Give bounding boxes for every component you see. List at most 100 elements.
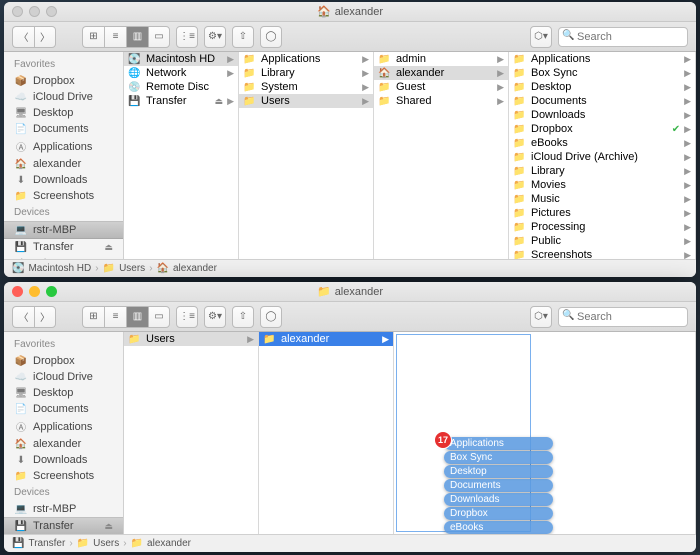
list-item[interactable]: 📁Pictures▶ xyxy=(509,206,695,220)
list-item[interactable]: 📁Music▶ xyxy=(509,192,695,206)
minimize-icon[interactable] xyxy=(29,6,40,17)
list-item[interactable]: 📁iCloud Drive (Archive)▶ xyxy=(509,150,695,164)
action-button[interactable]: ⚙▾ xyxy=(204,26,226,48)
list-item[interactable]: 📁Dropbox✔▶ xyxy=(509,122,695,136)
search-input[interactable] xyxy=(558,307,688,327)
column-3[interactable]: 📁admin▶🏠alexander▶📁Guest▶📁Shared▶ xyxy=(374,52,509,259)
list-item[interactable]: 🏠alexander▶ xyxy=(374,66,508,80)
list-item[interactable]: 📁Public▶ xyxy=(509,234,695,248)
search-input[interactable] xyxy=(558,27,688,47)
list-view-button[interactable]: ≡ xyxy=(104,26,126,48)
sidebar-item[interactable]: 📄Documents xyxy=(4,121,123,137)
close-icon[interactable] xyxy=(12,286,23,297)
list-item[interactable]: 📁Processing▶ xyxy=(509,220,695,234)
list-item[interactable]: 📁Movies▶ xyxy=(509,178,695,192)
column-view-button[interactable]: ▥ xyxy=(126,26,148,48)
dropbox-button[interactable]: ⬡▾ xyxy=(530,306,552,328)
sidebar-item[interactable]: ☁️iCloud Drive xyxy=(4,369,123,385)
eject-icon[interactable]: ⏏ xyxy=(215,96,224,107)
sidebar-item[interactable]: 💻rstr-MBP xyxy=(4,221,123,239)
sidebar-item[interactable]: 💾Transfer⏏ xyxy=(4,517,123,534)
gallery-view-button[interactable]: ▭ xyxy=(148,26,170,48)
tags-button[interactable]: ◯ xyxy=(260,26,282,48)
icon-view-button[interactable]: ⊞ xyxy=(82,26,104,48)
sidebar-item[interactable]: 💻rstr-MBP xyxy=(4,501,123,517)
action-button[interactable]: ⚙▾ xyxy=(204,306,226,328)
list-item[interactable]: 📁Shared▶ xyxy=(374,94,508,108)
list-item[interactable]: 📁Users▶ xyxy=(239,94,373,108)
list-item[interactable]: 📁Library▶ xyxy=(239,66,373,80)
column-view-button[interactable]: ▥ xyxy=(126,306,148,328)
column-2[interactable]: 📁Applications▶📁Library▶📁System▶📁Users▶ xyxy=(239,52,374,259)
list-item[interactable]: 📁admin▶ xyxy=(374,52,508,66)
list-item[interactable]: 📁Applications▶ xyxy=(239,52,373,66)
gallery-view-button[interactable]: ▭ xyxy=(148,306,170,328)
sidebar-item[interactable]: ⒶApplications xyxy=(4,137,123,156)
path-segment[interactable]: alexander xyxy=(147,538,191,549)
sidebar-item[interactable]: 📁Screenshots xyxy=(4,188,123,204)
sidebar-item[interactable]: 🏠alexander xyxy=(4,436,123,452)
arrange-button[interactable]: ⋮≡ xyxy=(176,306,198,328)
dropbox-button[interactable]: ⬡▾ xyxy=(530,26,552,48)
list-item[interactable]: 📁Guest▶ xyxy=(374,80,508,94)
sidebar-item[interactable]: ⬇Downloads xyxy=(4,172,123,188)
list-item[interactable]: 📁Downloads▶ xyxy=(509,108,695,122)
column-1[interactable]: 💽Macintosh HD▶🌐Network▶💿Remote Disc💾Tran… xyxy=(124,52,239,259)
list-item[interactable]: 📁eBooks▶ xyxy=(509,136,695,150)
arrange-button[interactable]: ⋮≡ xyxy=(176,26,198,48)
finder-window-bottom[interactable]: 📁 alexander 〈 〉 ⊞ ≡ ▥ ▭ ⋮≡ ⚙▾ ⇧ ◯ ⬡▾ Fav… xyxy=(4,282,696,552)
column-2[interactable]: 📁alexander▶ xyxy=(259,332,394,534)
minimize-icon[interactable] xyxy=(29,286,40,297)
path-segment[interactable]: Transfer xyxy=(28,538,65,549)
column-4[interactable]: 📁Applications▶📁Box Sync▶📁Desktop▶📁Docume… xyxy=(509,52,696,259)
list-item[interactable]: 🌐Network▶ xyxy=(124,66,238,80)
eject-icon[interactable]: ⏏ xyxy=(104,521,113,532)
sidebar-item[interactable]: ⒶApplications xyxy=(4,417,123,436)
sidebar-item[interactable]: ☁️iCloud Drive xyxy=(4,89,123,105)
sidebar-item[interactable]: 📦Dropbox xyxy=(4,73,123,89)
list-item[interactable]: 📁Screenshots▶ xyxy=(509,248,695,259)
close-icon[interactable] xyxy=(12,6,23,17)
path-segment[interactable]: alexander xyxy=(173,263,217,274)
list-view-button[interactable]: ≡ xyxy=(104,306,126,328)
tags-button[interactable]: ◯ xyxy=(260,306,282,328)
sidebar-item[interactable]: 📄Documents xyxy=(4,401,123,417)
column-4[interactable] xyxy=(533,332,696,534)
list-item[interactable]: 📁Desktop▶ xyxy=(509,80,695,94)
list-item[interactable]: 📁alexander▶ xyxy=(259,332,393,346)
list-item[interactable]: 📁Applications▶ xyxy=(509,52,695,66)
share-button[interactable]: ⇧ xyxy=(232,306,254,328)
list-item[interactable]: 💿Remote Disc xyxy=(124,80,238,94)
path-segment[interactable]: Macintosh HD xyxy=(28,263,91,274)
column-3-drop-target[interactable] xyxy=(396,334,531,532)
sidebar-item[interactable]: 💾Transfer⏏ xyxy=(4,239,123,255)
path-bar[interactable]: 💾 Transfer › 📁 Users › 📁 alexander xyxy=(4,534,696,552)
back-button[interactable]: 〈 xyxy=(12,306,34,328)
window-controls[interactable] xyxy=(4,6,57,17)
eject-icon[interactable]: ⏏ xyxy=(104,242,113,253)
forward-button[interactable]: 〉 xyxy=(34,306,56,328)
path-bar[interactable]: 💽 Macintosh HD › 📁 Users › 🏠 alexander xyxy=(4,259,696,277)
titlebar[interactable]: 🏠 alexander xyxy=(4,2,696,22)
list-item[interactable]: 💽Macintosh HD▶ xyxy=(124,52,238,66)
search-field[interactable] xyxy=(558,307,688,327)
list-item[interactable]: 📁Box Sync▶ xyxy=(509,66,695,80)
path-segment[interactable]: Users xyxy=(93,538,119,549)
zoom-icon[interactable] xyxy=(46,286,57,297)
sidebar-item[interactable]: 🖥Desktop xyxy=(4,385,123,401)
list-item[interactable]: 💾Transfer⏏▶ xyxy=(124,94,238,108)
column-1[interactable]: 📁Users▶ xyxy=(124,332,259,534)
finder-window-top[interactable]: 🏠 alexander 〈 〉 ⊞ ≡ ▥ ▭ ⋮≡ ⚙▾ ⇧ ◯ ⬡▾ Fav… xyxy=(4,2,696,277)
window-controls[interactable] xyxy=(4,286,57,297)
sidebar-item[interactable]: 📦Dropbox xyxy=(4,353,123,369)
sidebar-item[interactable]: 🖥Desktop xyxy=(4,105,123,121)
titlebar[interactable]: 📁 alexander xyxy=(4,282,696,302)
icon-view-button[interactable]: ⊞ xyxy=(82,306,104,328)
share-button[interactable]: ⇧ xyxy=(232,26,254,48)
sidebar-item[interactable]: ⬇Downloads xyxy=(4,452,123,468)
list-item[interactable]: 📁Documents▶ xyxy=(509,94,695,108)
sidebar-item[interactable]: 🏠alexander xyxy=(4,156,123,172)
list-item[interactable]: 📁Users▶ xyxy=(124,332,258,346)
list-item[interactable]: 📁Library▶ xyxy=(509,164,695,178)
sidebar-item[interactable]: 📁Screenshots xyxy=(4,468,123,484)
